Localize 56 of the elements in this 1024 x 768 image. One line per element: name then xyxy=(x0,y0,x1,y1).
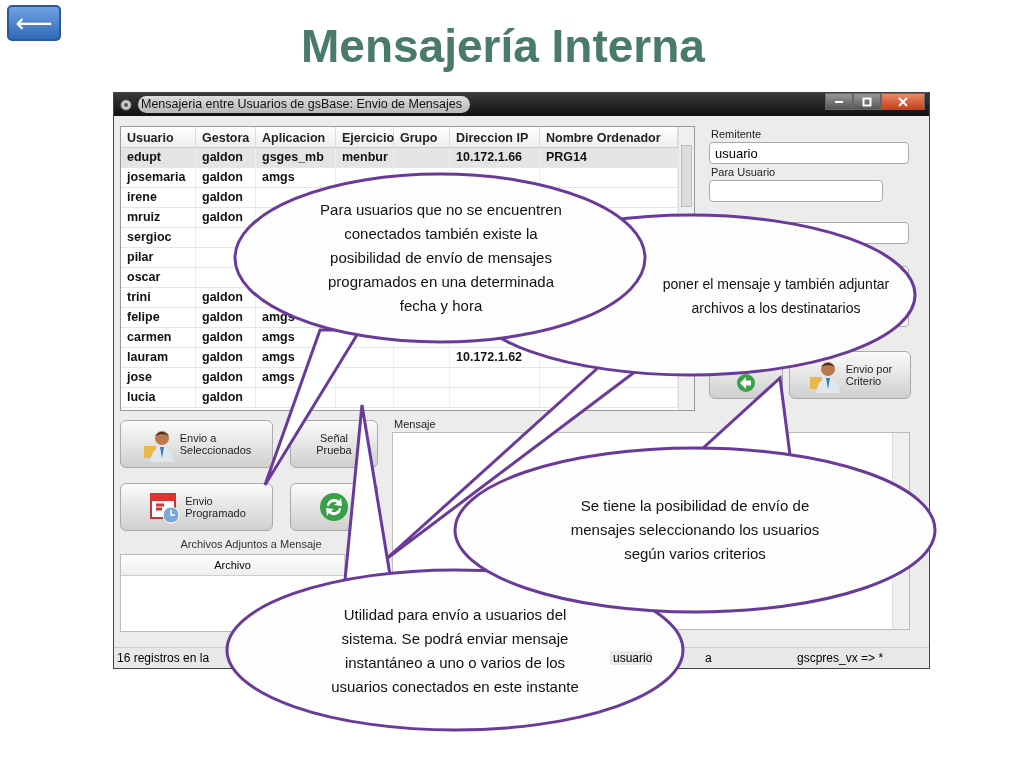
field-label: Mensaje xyxy=(394,418,437,430)
table-cell[interactable]: lauram xyxy=(121,348,196,367)
column-header[interactable]: Direccion IP xyxy=(450,127,540,147)
table-cell[interactable]: carmen xyxy=(121,328,196,347)
table-cell[interactable]: edupt xyxy=(121,148,196,167)
gear-icon xyxy=(119,97,133,112)
calendar-icon xyxy=(147,490,182,524)
table-cell: galdon xyxy=(196,328,256,347)
refresh-icon xyxy=(319,492,349,522)
close-icon xyxy=(898,96,908,107)
table-cell: galdon xyxy=(196,148,256,167)
table-cell[interactable]: oscar xyxy=(121,268,196,287)
minimize-button[interactable] xyxy=(825,93,853,110)
back-button[interactable]: ⟵ xyxy=(7,5,61,41)
slide-title: Mensajería Interna xyxy=(301,19,705,73)
callout-text: poner el mensaje y también adjuntar archivos a los destinatarios xyxy=(661,275,891,318)
table-cell[interactable]: pilar xyxy=(121,248,196,267)
sender-field[interactable]: usuario xyxy=(709,142,909,164)
status-text: usuario xyxy=(610,651,653,665)
status-text: gscpres_vx => * xyxy=(794,651,884,665)
status-text: 16 registros en la xyxy=(116,651,210,665)
table-cell: galdon xyxy=(196,388,256,407)
table-cell: menbur xyxy=(336,148,394,167)
column-header[interactable]: Ejercicio xyxy=(336,127,394,147)
table-cell[interactable]: sergioc xyxy=(121,228,196,247)
section-title: Archivos Adjuntos a Mensaje xyxy=(179,538,323,550)
callout-text: Utilidad para envío a usuarios del sistema. Se podrá enviar mensaje instantáneo a uno o varios de los usuarios conectados en este instante xyxy=(330,605,580,697)
table-cell: galdon xyxy=(196,308,256,327)
table-cell: galdon xyxy=(196,188,256,207)
table-cell: galdon xyxy=(196,348,256,367)
maximize-icon xyxy=(862,96,872,107)
table-cell: 10.172.1.66 xyxy=(450,148,540,167)
action-button[interactable]: Envio Programado xyxy=(120,483,273,531)
minimize-icon xyxy=(835,100,843,103)
recipient-field[interactable] xyxy=(709,180,883,202)
table-cell: galdon xyxy=(196,368,256,387)
maximize-button[interactable] xyxy=(853,93,881,110)
field-label: Para Usuario xyxy=(711,166,777,178)
field-label: Remitente xyxy=(711,128,763,140)
action-button[interactable]: Envio a Seleccionados xyxy=(120,420,273,468)
column-header[interactable]: Grupo xyxy=(394,127,450,147)
table-cell[interactable]: lucia xyxy=(121,388,196,407)
window-title: Mensajeria entre Usuarios de gsBase: Envio de Mensajes xyxy=(138,96,470,113)
column-header[interactable]: Usuario xyxy=(121,127,196,147)
callout-text: Se tiene la posibilidad de envío de mensajes seleccionando los usuarios según varios criterios xyxy=(569,496,821,564)
table-cell[interactable]: josemaria xyxy=(121,168,196,187)
table-cell[interactable]: mruiz xyxy=(121,208,196,227)
column-header[interactable]: Gestora xyxy=(196,127,256,147)
table-cell: gsges_mb xyxy=(256,148,336,167)
table-cell[interactable]: trini xyxy=(121,288,196,307)
table-cell[interactable]: felipe xyxy=(121,308,196,327)
table-cell[interactable]: jose xyxy=(121,368,196,387)
close-button[interactable] xyxy=(881,93,925,110)
column-header[interactable]: Aplicacion xyxy=(256,127,336,147)
table-cell[interactable]: irene xyxy=(121,188,196,207)
table-cell: galdon xyxy=(196,168,256,187)
